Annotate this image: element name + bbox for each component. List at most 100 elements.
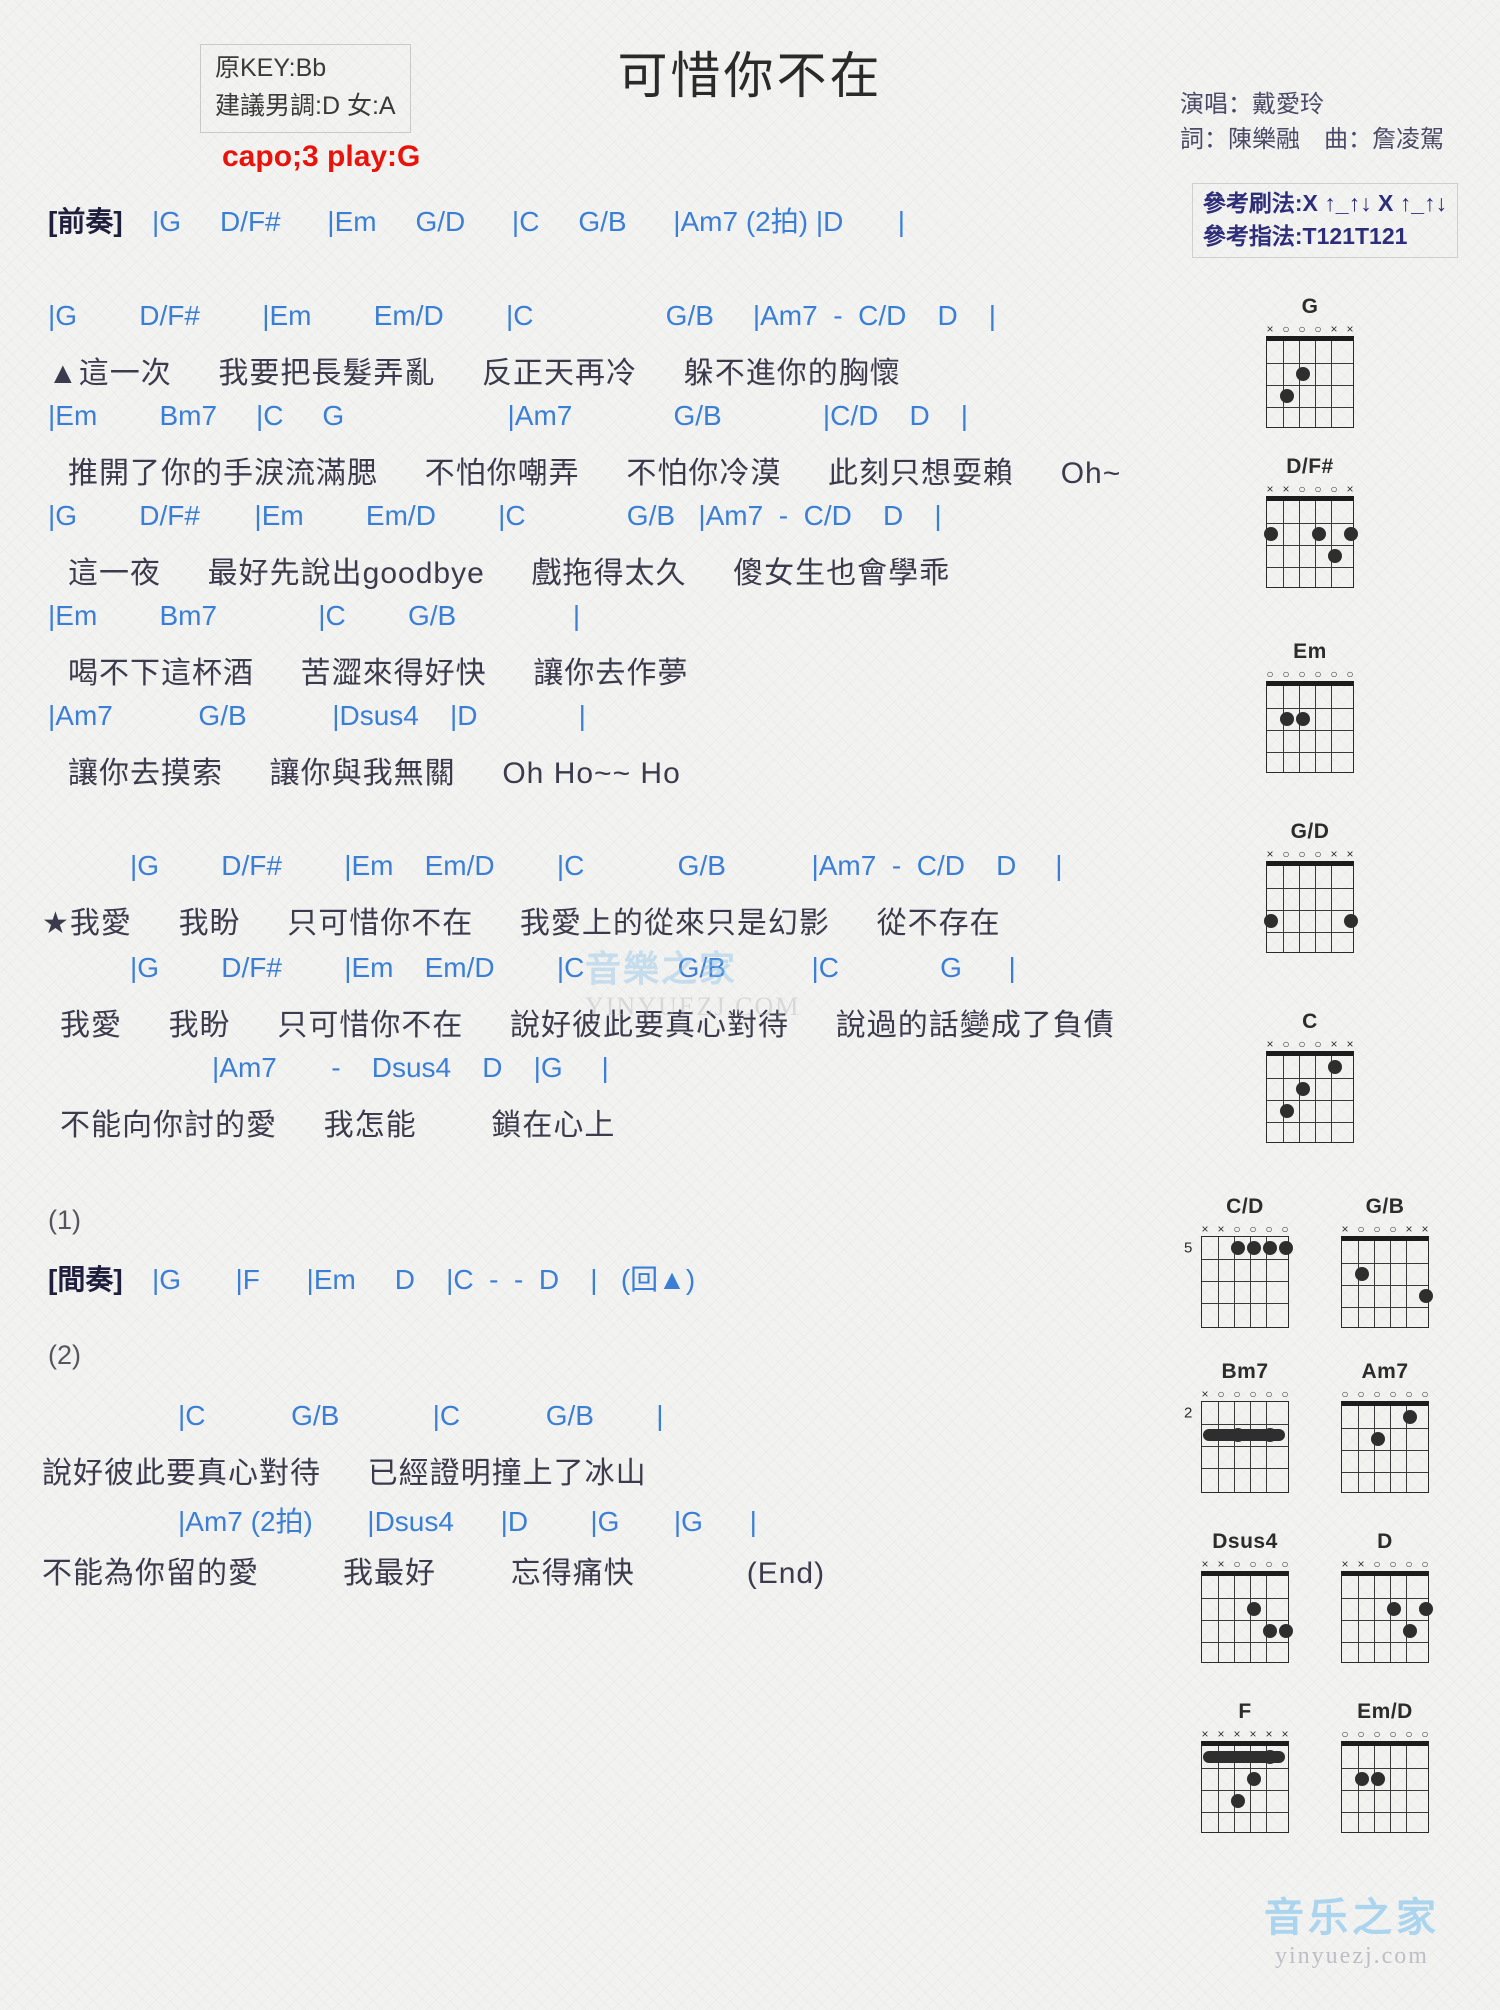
string-line [1374,1241,1376,1327]
chord-diagram-grid-wrap: × ○ ○ ○ × × [1266,323,1354,428]
chord-diagram-name: Bm7 [1221,1360,1269,1383]
capo-instruction: capo;3 play:G [222,140,421,173]
string-line [1390,1746,1392,1832]
finger-dot [1403,1410,1417,1424]
open-string-icon: ○ [1249,1387,1257,1401]
string-line [1374,1746,1376,1832]
finger-dot [1328,549,1342,563]
string-line [1218,1576,1220,1662]
fretboard-grid [1201,1741,1289,1833]
open-string-icon: ○ [1314,667,1322,681]
string-markers: × ○ ○ ○ × × [1266,323,1354,336]
string-markers: × ○ ○ ○ × × [1266,1038,1354,1051]
chord-diagram-grid-wrap: × ○ ○ ○ × × [1341,1222,1433,1328]
chord-diagram-gd: G/D × ○ ○ ○ × × [1254,820,1366,953]
fret-line [1202,1446,1288,1448]
string-markers: × ○ ○ ○ × × [1266,848,1354,861]
string-line [1331,686,1333,772]
open-string-icon: ○ [1330,667,1338,681]
open-string-icon: ○ [1298,1037,1306,1051]
chord-diagram-grid-wrap: × × ○ ○ ○ ○ 5 [1184,1223,1293,1328]
chorus-line2-chords: |G D/F# |Em Em/D |C G/B |C G | [130,952,1016,983]
chord-diagram-f: F × × × × × × [1189,1700,1301,1833]
finger-dot [1296,712,1310,726]
string-line [1406,1746,1408,1832]
string-markers: × × ○ ○ ○ ○ [1201,1223,1289,1236]
chord-diagram-name: G/D [1290,820,1330,843]
starting-fret-number: 2 [1184,1404,1193,1422]
open-string-icon: ○ [1281,1557,1289,1571]
finger-dot [1263,1750,1277,1764]
muted-string-icon: × [1266,482,1274,496]
fret-line [1342,1642,1428,1644]
open-string-icon: ○ [1373,1222,1381,1236]
muted-string-icon: × [1266,1037,1274,1051]
fret-line [1342,1428,1428,1430]
fret-line [1267,708,1353,710]
string-markers: ○ ○ ○ ○ ○ ○ [1341,1388,1429,1401]
fretboard-grid [1341,1741,1429,1833]
string-line [1390,1241,1392,1327]
open-string-icon: ○ [1405,1727,1413,1741]
open-string-icon: ○ [1389,1727,1397,1741]
open-string-icon: ○ [1265,1222,1273,1236]
muted-string-icon: × [1282,482,1290,496]
fret-line [1202,1281,1288,1283]
verse1-line1-chords: |G D/F# |Em Em/D |C G/B |Am7 - C/D D | [48,300,997,331]
ending2-line1-lyrics: 說好彼此要真心對待 已經證明撞上了冰山 [42,1457,647,1490]
finger-dot [1247,1772,1261,1786]
open-string-icon: ○ [1389,1387,1397,1401]
watermark-bottom-sub: yinyuezj.com [1275,1943,1429,1969]
open-string-icon: ○ [1298,322,1306,336]
fret-line [1342,1450,1428,1452]
fret-line [1267,385,1353,387]
open-string-icon: ○ [1346,667,1354,681]
muted-string-icon: × [1233,1727,1241,1741]
chord-diagram-dsus4: Dsus4 × × ○ ○ ○ ○ [1189,1530,1301,1663]
string-line [1250,1576,1252,1662]
chord-diagram-name: C [1302,1010,1318,1033]
fret-line [1342,1790,1428,1792]
open-string-icon: ○ [1314,847,1322,861]
ending2-line2-chords: |Am7 (2拍) |Dsus4 |D |G |G | [178,1506,757,1537]
string-line [1315,866,1317,952]
credit-singer: 演唱：戴愛玲 [1180,91,1324,118]
chord-diagram-em: Em ○ ○ ○ ○ ○ ○ [1254,640,1366,773]
chord-diagram-grid-wrap: × × ○ ○ ○ × [1264,482,1358,588]
muted-string-icon: × [1405,1222,1413,1236]
open-string-icon: ○ [1266,667,1274,681]
finger-dot [1231,1794,1245,1808]
fret-line [1202,1768,1288,1770]
verse1-line4-lyrics: 喝不下這杯酒 苦澀來得好快 讓你去作夢 [68,657,689,690]
strum-pattern: 參考刷法:X ↑_↑↓ X ↑_↑↓ [1202,190,1447,216]
fret-line [1267,910,1353,912]
fret-line [1267,567,1353,569]
open-string-icon: ○ [1373,1557,1381,1571]
ending1-chords: |G |F |Em D |C - - D | (回▲) [152,1264,696,1295]
fret-line [1342,1768,1428,1770]
chord-diagram-grid-wrap: ○ ○ ○ ○ ○ ○ [1266,668,1354,773]
fretboard-grid [1341,1571,1433,1663]
finger-dot [1328,1060,1342,1074]
string-line [1390,1406,1392,1492]
open-string-icon: ○ [1389,1222,1397,1236]
string-line [1358,1746,1360,1832]
muted-string-icon: × [1421,1222,1429,1236]
string-line [1374,1406,1376,1492]
string-line [1358,1576,1360,1662]
ending1-number: (1) [48,1205,81,1235]
finger-dot [1387,1602,1401,1616]
open-string-icon: ○ [1282,1037,1290,1051]
string-line [1266,1576,1268,1662]
open-string-icon: ○ [1282,322,1290,336]
open-string-icon: ○ [1298,482,1306,496]
finger-dot [1231,1428,1245,1442]
string-line [1315,686,1317,772]
chord-diagram-name: D/F# [1286,455,1334,478]
fretboard-grid [1341,1236,1433,1328]
fret-line [1267,1078,1353,1080]
muted-string-icon: × [1201,1727,1209,1741]
fret-line [1342,1812,1428,1814]
finger-dot [1312,527,1326,541]
finger-dot [1344,527,1358,541]
